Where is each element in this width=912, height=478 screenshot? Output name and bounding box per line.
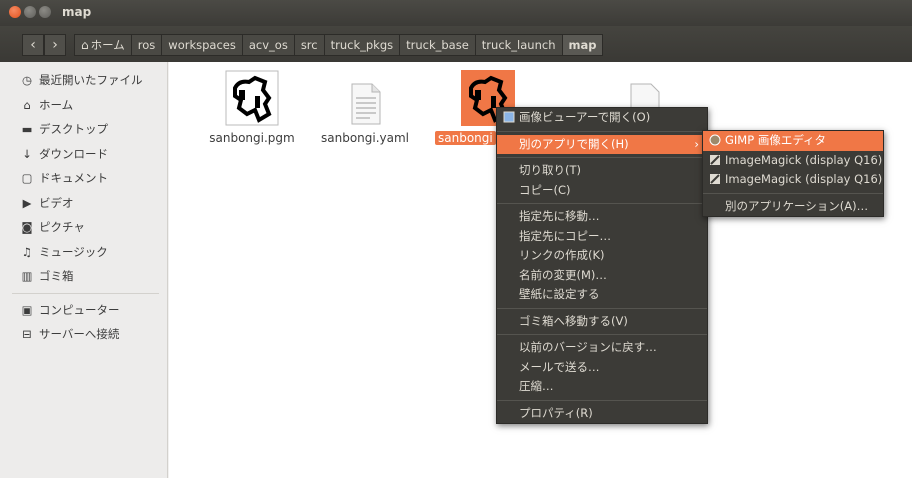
breadcrumb-map[interactable]: map (562, 34, 604, 56)
file-name: sanbongi (435, 131, 496, 145)
menu-copy[interactable]: コピー(C) (497, 181, 707, 201)
menu-separator (497, 307, 707, 309)
breadcrumb-src[interactable]: src (294, 34, 325, 56)
sidebar-item-label: デスクトップ (39, 122, 108, 136)
menu-revert-version[interactable]: 以前のバージョンに戻す… (497, 338, 707, 358)
sidebar-item-pictures[interactable]: ◙ ピクチャ (0, 215, 167, 240)
sidebar-item-videos[interactable]: ▶ ビデオ (0, 191, 167, 216)
text-file-icon (351, 83, 381, 125)
sidebar-item-label: 最近開いたファイル (39, 73, 143, 87)
sidebar-item-label: ミュージック (39, 244, 108, 259)
submenu-gimp[interactable]: GIMP 画像エディタ (703, 131, 883, 151)
sidebar-item-trash[interactable]: ▥ ゴミ箱 (0, 264, 167, 289)
sidebar-item-label: ドキュメント (39, 171, 108, 185)
menu-separator (497, 203, 707, 204)
menu-item-label: ImageMagick (display Q16) (725, 172, 883, 186)
music-icon: ♫ (21, 244, 33, 259)
document-icon: ▢ (21, 171, 33, 185)
menu-item-label: GIMP 画像エディタ (725, 133, 827, 147)
sidebar-divider (12, 292, 159, 294)
computer-icon: ▣ (21, 302, 33, 317)
folder-icon: ▬ (21, 122, 33, 136)
breadcrumb-workspaces[interactable]: workspaces (162, 34, 243, 56)
sidebar-item-recent[interactable]: ◷ 最近開いたファイル (0, 68, 167, 93)
menu-rename[interactable]: 名前の変更(M)… (497, 266, 707, 286)
sidebar-item-label: コンピューター (39, 302, 120, 317)
server-icon: ⊟ (22, 327, 32, 341)
close-button[interactable] (9, 6, 21, 18)
imagemagick-icon (710, 174, 720, 184)
back-button[interactable]: ‹ (22, 34, 44, 56)
menu-move-to[interactable]: 指定先に移動… (497, 207, 707, 227)
window-title: map (62, 5, 92, 19)
home-icon: ⌂ (81, 38, 89, 52)
file-name: sanbongi.pgm (209, 131, 295, 145)
sidebar-item-downloads[interactable]: ↓ ダウンロード (0, 142, 167, 167)
menu-copy-to[interactable]: 指定先にコピー… (497, 227, 707, 247)
sidebar-item-label: ダウンロード (39, 146, 108, 161)
sidebar-item-documents[interactable]: ▢ ドキュメント (0, 166, 167, 191)
sidebar-item-label: ビデオ (39, 195, 74, 210)
maximize-button[interactable] (39, 6, 51, 18)
trash-icon: ▥ (21, 269, 33, 283)
menu-open-image-viewer[interactable]: 画像ビューアーで開く(O) (497, 108, 707, 128)
clock-icon: ◷ (21, 73, 33, 87)
breadcrumb-truck-base[interactable]: truck_base (400, 34, 476, 56)
path-bar: ‹ › ⌂ ホーム ros workspaces acv_os src truck… (0, 26, 912, 62)
menu-separator (497, 334, 707, 335)
menu-send-mail[interactable]: メールで送る… (497, 358, 707, 378)
menu-separator (497, 130, 707, 132)
breadcrumb-truck-launch[interactable]: truck_launch (475, 34, 563, 56)
menu-item-label: ImageMagick (display Q16) (725, 152, 883, 167)
menu-separator (497, 399, 707, 401)
file-name: sanbongi.yaml (320, 131, 410, 145)
sidebar-item-label: ホーム (39, 97, 74, 112)
camera-icon: ◙ (21, 220, 33, 234)
gimp-icon (709, 134, 721, 146)
menu-set-wallpaper[interactable]: 壁紙に設定する (497, 285, 707, 305)
sidebar: ◷ 最近開いたファイル ⌂ ホーム ▬ デスクトップ ↓ ダウンロード ▢ ドキュメント … (0, 62, 168, 478)
breadcrumb-ros[interactable]: ros (131, 34, 163, 56)
breadcrumb: ⌂ ホーム ros workspaces acv_os src truck_pkg… (74, 34, 604, 56)
minimize-button[interactable] (24, 6, 36, 18)
menu-separator (497, 157, 707, 158)
download-icon: ↓ (22, 146, 32, 161)
sidebar-item-label: ゴミ箱 (39, 269, 74, 283)
title-bar: map (0, 0, 912, 26)
menu-move-to-trash[interactable]: ゴミ箱へ移動する(V) (497, 312, 707, 332)
sidebar-item-label: サーバーへ接続 (39, 327, 120, 341)
breadcrumb-acv-os[interactable]: acv_os (242, 34, 295, 56)
open-with-submenu: GIMP 画像エディタ ImageMagick (display Q16) Im… (702, 130, 884, 217)
breadcrumb-truck-pkgs[interactable]: truck_pkgs (324, 34, 401, 56)
submenu-other-application[interactable]: 別のアプリケーション(A)… (703, 197, 883, 217)
menu-compress[interactable]: 圧縮… (497, 377, 707, 397)
file-item-yaml[interactable]: sanbongi.yaml (310, 70, 420, 145)
sidebar-item-desktop[interactable]: ▬ デスクトップ (0, 117, 167, 142)
file-item-pgm[interactable]: sanbongi.pgm (197, 70, 307, 145)
forward-button[interactable]: › (44, 34, 66, 56)
menu-make-link[interactable]: リンクの作成(K) (497, 246, 707, 266)
breadcrumb-home[interactable]: ⌂ ホーム (74, 34, 132, 56)
image-thumbnail-icon (225, 70, 279, 126)
menu-separator (703, 192, 883, 194)
context-menu: 画像ビューアーで開く(O) 別のアプリで開く(H) › 切り取り(T) コピー(… (496, 107, 708, 424)
sidebar-item-label: ピクチャ (39, 220, 85, 234)
submenu-imagemagick-2[interactable]: ImageMagick (display Q16) (703, 170, 883, 190)
sidebar-item-home[interactable]: ⌂ ホーム (0, 93, 167, 118)
home-icon: ⌂ (23, 97, 31, 112)
menu-item-label: 別のアプリで開く(H) (519, 136, 629, 151)
menu-open-with-other-app[interactable]: 別のアプリで開く(H) › (497, 134, 707, 154)
breadcrumb-label: ホーム (90, 38, 125, 52)
menu-cut[interactable]: 切り取り(T) (497, 161, 707, 181)
submenu-imagemagick-1[interactable]: ImageMagick (display Q16) (703, 151, 883, 171)
imagemagick-icon (710, 154, 720, 165)
sidebar-item-music[interactable]: ♫ ミュージック (0, 240, 167, 265)
menu-properties[interactable]: プロパティ(R) (497, 404, 707, 424)
image-viewer-icon (503, 111, 515, 123)
sidebar-item-connect-server[interactable]: ⊟ サーバーへ接続 (0, 322, 167, 347)
sidebar-item-computer[interactable]: ▣ コンピューター (0, 298, 167, 323)
menu-item-label: 画像ビューアーで開く(O) (519, 110, 651, 124)
video-icon: ▶ (22, 195, 32, 210)
chevron-right-icon: › (694, 136, 699, 151)
